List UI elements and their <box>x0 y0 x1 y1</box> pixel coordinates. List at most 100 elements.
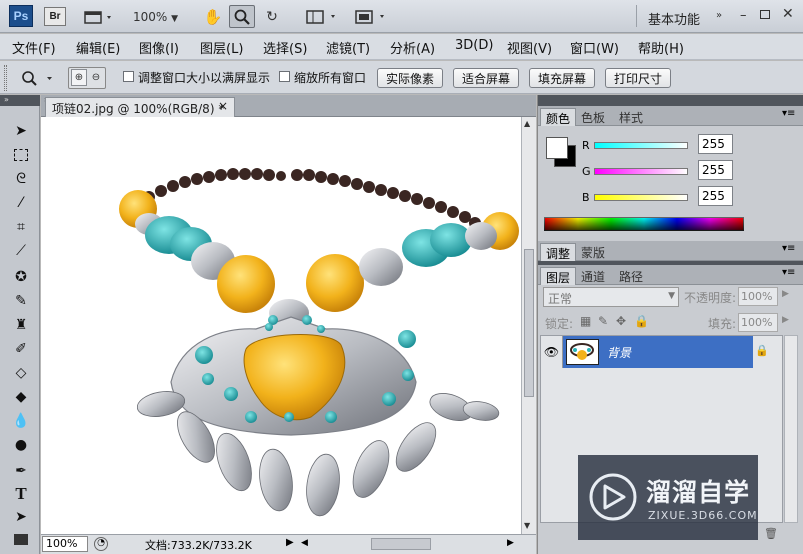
actual-pixels-button[interactable]: 实际像素 <box>377 68 443 88</box>
move-tool[interactable]: ➤ <box>10 121 32 141</box>
fill-field[interactable]: 100% <box>738 313 778 332</box>
opacity-field[interactable]: 100% <box>738 287 778 306</box>
brush-tool[interactable]: ✎ <box>10 291 32 311</box>
blend-mode-dropdown[interactable]: 正常 ▼ <box>543 287 679 307</box>
clone-stamp-tool[interactable]: ♜ <box>10 315 32 335</box>
zoom-out-button[interactable]: ⊖ <box>88 69 104 86</box>
b-value-field[interactable]: 255 <box>698 186 733 206</box>
dodge-tool[interactable]: ● <box>10 435 32 455</box>
document-canvas[interactable] <box>41 117 521 534</box>
menu-edit[interactable]: 编辑(E) <box>76 38 120 57</box>
arrange-icon <box>306 10 335 24</box>
vertical-scrollbar[interactable]: ▲ ▼ <box>521 117 536 534</box>
zoom-level-value: 100% <box>133 10 168 24</box>
menu-layer[interactable]: 图层(L) <box>200 38 243 57</box>
crop-tool[interactable]: ⌗ <box>10 217 32 237</box>
paint-bucket-tool[interactable]: ◆ <box>10 387 32 407</box>
panel-menu-icon[interactable]: ▾≡ <box>782 267 795 278</box>
tab-layers[interactable]: 图层 <box>540 267 577 285</box>
horizontal-scroll-thumb[interactable] <box>371 538 431 550</box>
foreground-color-swatch[interactable] <box>546 137 568 159</box>
menu-image[interactable]: 图像(I) <box>139 38 179 57</box>
zoom-in-button[interactable]: ⊕ <box>71 69 87 86</box>
history-brush-tool[interactable]: ✐ <box>10 339 32 359</box>
path-selection-tool[interactable]: ➤ <box>10 507 32 527</box>
resize-windows-checkbox[interactable] <box>123 71 134 82</box>
status-zoom-field[interactable]: 100% <box>42 536 88 552</box>
b-slider[interactable] <box>594 194 688 201</box>
scroll-down-icon[interactable]: ▼ <box>524 521 534 531</box>
minimize-icon[interactable]: – <box>740 8 747 23</box>
eraser-tool[interactable]: ◇ <box>10 363 32 383</box>
tab-color[interactable]: 颜色 <box>540 108 577 126</box>
fit-screen-button[interactable]: 适合屏幕 <box>453 68 519 88</box>
layer-row-background[interactable]: 背景 🔒 <box>563 336 769 368</box>
layer-visibility-toggle[interactable]: 👁 <box>541 336 563 368</box>
quick-selection-tool[interactable]: ⁄ <box>10 193 32 213</box>
hand-tool-button[interactable]: ✋ <box>203 7 223 27</box>
arrange-documents-button[interactable] <box>305 8 341 26</box>
lock-position-icon[interactable]: ✥ <box>616 314 626 328</box>
screen-mode-button[interactable] <box>354 8 390 26</box>
menu-file[interactable]: 文件(F) <box>12 38 56 57</box>
close-tab-icon[interactable]: × <box>218 99 228 113</box>
lock-transparency-icon[interactable]: ▦ <box>580 314 591 328</box>
pen-tool[interactable]: ✒ <box>10 461 32 481</box>
marquee-tool[interactable] <box>10 145 32 165</box>
tool-preset-picker[interactable] <box>20 69 56 87</box>
zoom-level-dropdown[interactable]: 100% ▼ <box>133 10 178 24</box>
delete-layer-icon[interactable]: 🗑 <box>764 527 778 540</box>
workspace-menu-arrow-icon[interactable]: » <box>716 10 722 21</box>
lock-all-icon[interactable]: 🔒 <box>634 314 649 328</box>
g-value-field[interactable]: 255 <box>698 160 733 180</box>
zoom-tool-button[interactable] <box>229 5 255 28</box>
status-icon[interactable]: ◔ <box>94 537 108 551</box>
eyedropper-tool[interactable]: ⟋ <box>10 241 32 261</box>
panel-menu-icon[interactable]: ▾≡ <box>782 108 795 119</box>
blur-tool[interactable]: 💧 <box>10 411 32 431</box>
tab-adjustments[interactable]: 调整 <box>540 243 577 261</box>
r-value-field[interactable]: 255 <box>698 134 733 154</box>
tab-swatches[interactable]: 色板 <box>576 108 610 126</box>
print-size-button[interactable]: 打印尺寸 <box>605 68 671 88</box>
panel-menu-icon[interactable]: ▾≡ <box>782 243 795 254</box>
rotate-view-button[interactable]: ↻ <box>262 7 282 27</box>
tab-paths[interactable]: 路径 <box>614 267 648 285</box>
opacity-arrow-icon[interactable]: ▶ <box>782 289 789 299</box>
view-extras-button[interactable] <box>82 8 116 26</box>
tab-channels[interactable]: 通道 <box>576 267 610 285</box>
layers-scrollbar[interactable] <box>784 335 798 523</box>
g-slider[interactable] <box>594 168 688 175</box>
menu-analysis[interactable]: 分析(A) <box>390 38 435 57</box>
toolbox-collapse-icon[interactable]: » <box>0 95 40 106</box>
bridge-button[interactable]: Br <box>44 7 66 26</box>
menu-filter[interactable]: 滤镜(T) <box>326 38 370 57</box>
zoom-all-checkbox[interactable] <box>279 71 290 82</box>
shape-tool[interactable] <box>10 529 32 549</box>
scroll-left-icon[interactable]: ◀ <box>301 538 308 548</box>
type-tool[interactable]: T <box>10 484 32 504</box>
lasso-tool[interactable]: ᘓ <box>10 169 32 189</box>
menu-select[interactable]: 选择(S) <box>263 38 307 57</box>
fill-arrow-icon[interactable]: ▶ <box>782 315 789 325</box>
status-menu-arrow-icon[interactable]: ▶ <box>286 537 294 548</box>
spot-healing-tool[interactable]: ✪ <box>10 267 32 287</box>
fill-screen-button[interactable]: 填充屏幕 <box>529 68 595 88</box>
tab-masks[interactable]: 蒙版 <box>576 243 610 261</box>
menu-help[interactable]: 帮助(H) <box>638 38 684 57</box>
scroll-up-icon[interactable]: ▲ <box>524 119 534 129</box>
blend-mode-value: 正常 <box>548 292 573 306</box>
lock-image-icon[interactable]: ✎ <box>598 314 608 328</box>
scroll-thumb[interactable] <box>524 249 534 397</box>
scroll-right-icon[interactable]: ▶ <box>507 538 514 548</box>
document-tab[interactable]: 项链02.jpg @ 100%(RGB/8) * × <box>45 97 235 117</box>
close-icon[interactable]: ✕ <box>782 6 794 22</box>
menu-view[interactable]: 视图(V) <box>507 38 552 57</box>
menu-3d[interactable]: 3D(D) <box>455 38 493 53</box>
screen-mode-icon <box>355 10 384 24</box>
r-slider[interactable] <box>594 142 688 149</box>
menu-window[interactable]: 窗口(W) <box>570 38 619 57</box>
workspace-switcher[interactable]: 基本功能 <box>648 9 700 28</box>
tab-styles[interactable]: 样式 <box>614 108 648 126</box>
maximize-icon[interactable] <box>760 10 770 19</box>
